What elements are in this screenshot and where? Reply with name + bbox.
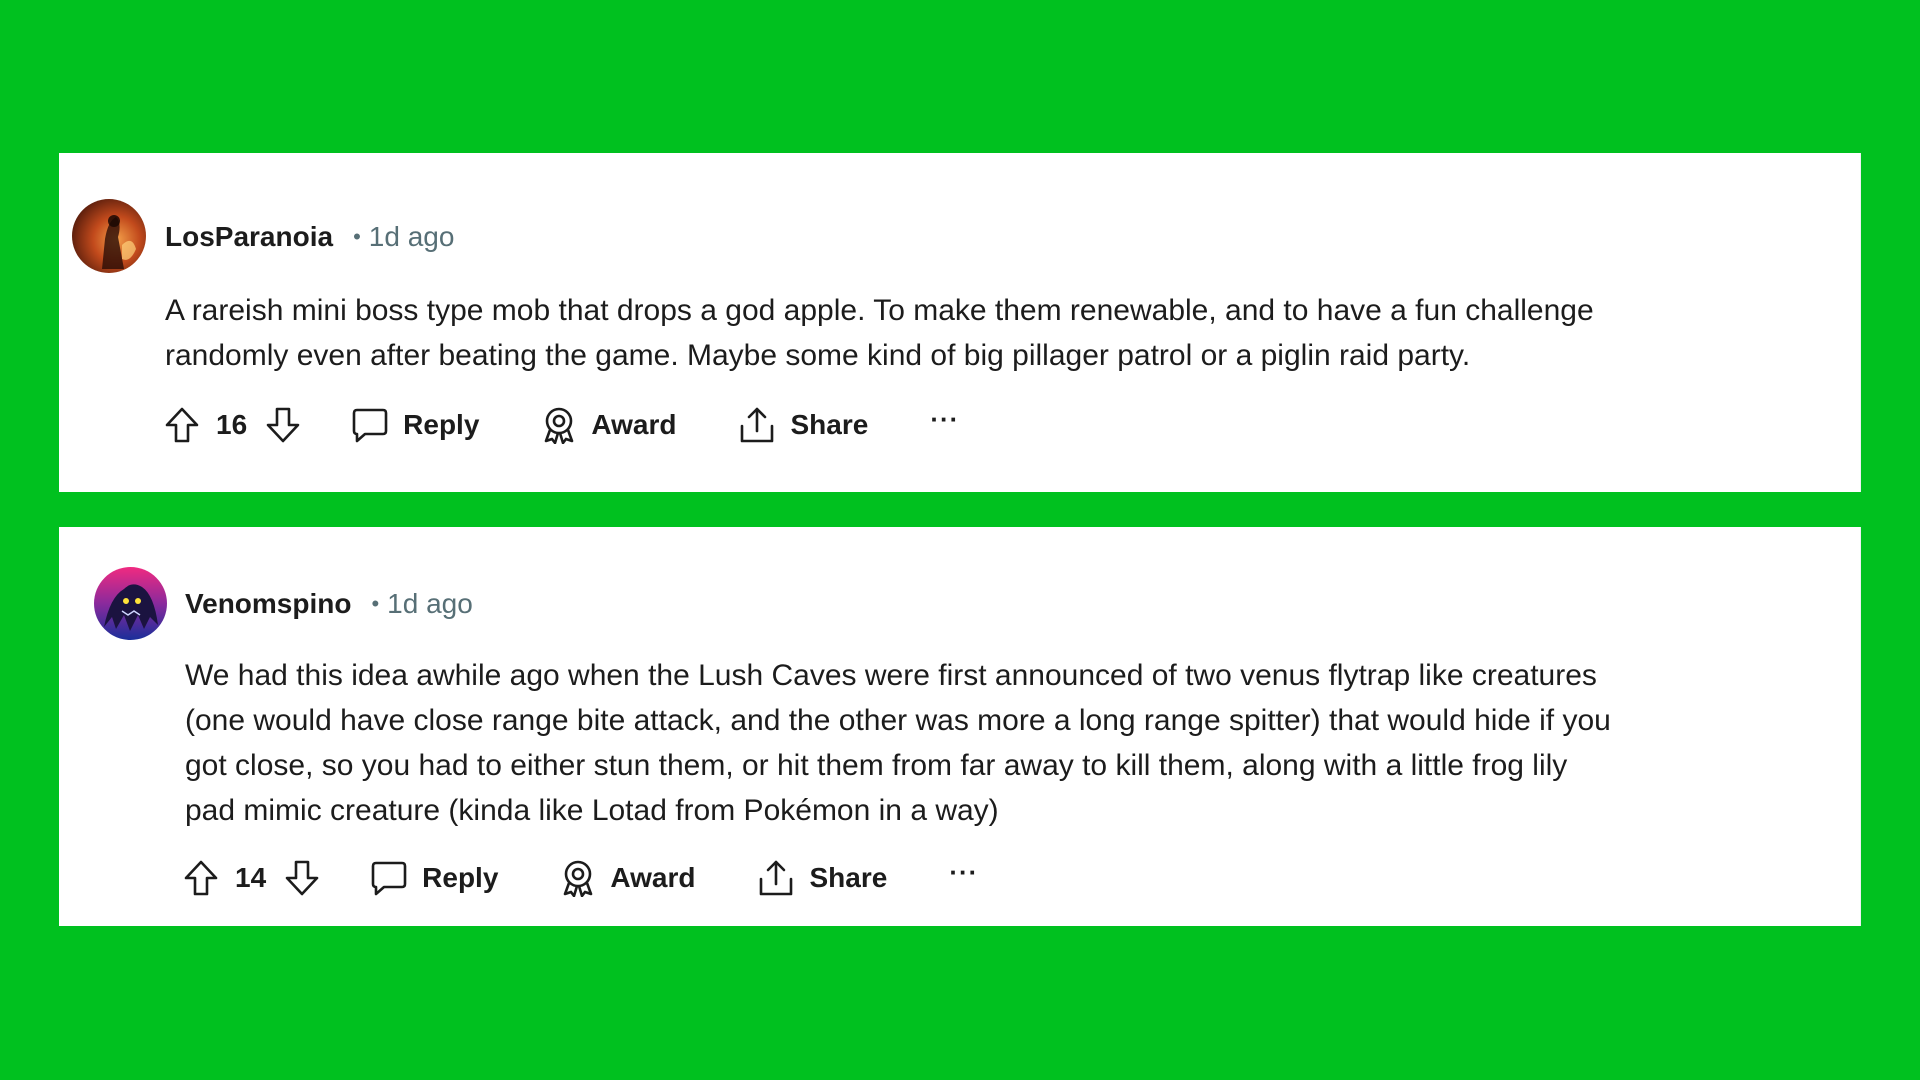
comment-actions: 16 Reply Award Share ··· [164, 400, 959, 450]
username[interactable]: Venomspino [185, 587, 351, 621]
card-divider [1860, 153, 1861, 492]
share-upload-icon [757, 859, 795, 897]
award-button[interactable]: Award [541, 406, 676, 444]
comment-body: We had this idea awhile ago when the Lus… [185, 653, 1611, 833]
comment-actions: 14 Reply Award Share ··· [183, 853, 978, 903]
award-label: Award [610, 862, 696, 893]
comment-body: A rareish mini boss type mob that drops … [165, 288, 1594, 378]
avatar-image [72, 199, 146, 273]
comment-line: (one would have close range bite attack,… [185, 704, 1611, 737]
avatar-image [94, 567, 167, 640]
award-ribbon-icon [541, 406, 577, 444]
comment-line: randomly even after beating the game. Ma… [165, 339, 1471, 372]
comment-card: Venomspino • 1d ago We had this idea awhi… [59, 527, 1861, 926]
card-divider [1860, 527, 1861, 926]
ellipsis-icon[interactable]: ··· [949, 857, 978, 888]
timestamp[interactable]: 1d ago [369, 221, 455, 252]
separator-dot: • [353, 224, 361, 249]
comment-line: got close, so you had to either stun the… [185, 749, 1568, 782]
vote-count: 16 [216, 409, 248, 440]
award-label: Award [591, 409, 677, 440]
award-button[interactable]: Award [560, 859, 695, 897]
share-label: Share [790, 409, 869, 440]
comment-line: A rareish mini boss type mob that drops … [165, 294, 1594, 327]
avatar[interactable] [72, 199, 146, 273]
ellipsis-icon[interactable]: ··· [930, 404, 959, 435]
arrow-up-icon[interactable] [183, 859, 219, 897]
separator-dot: • [371, 591, 380, 616]
arrow-down-icon[interactable] [265, 406, 301, 444]
reply-label: Reply [403, 409, 480, 440]
comment-card: LosParanoia • 1d ago A rareish mini boss … [59, 153, 1861, 492]
reply-button[interactable]: Reply [351, 407, 479, 443]
award-ribbon-icon [560, 859, 596, 897]
comment-line: We had this idea awhile ago when the Lus… [185, 659, 1597, 692]
comment-meta: • 1d ago [353, 220, 454, 256]
avatar[interactable] [94, 567, 167, 640]
comment-header: LosParanoia • 1d ago [165, 220, 454, 256]
comment-bubble-icon [351, 407, 389, 443]
reply-label: Reply [422, 862, 499, 893]
reply-button[interactable]: Reply [370, 860, 498, 896]
comment-meta: • 1d ago [371, 587, 472, 623]
share-button[interactable]: Share [757, 859, 887, 897]
comment-header: Venomspino • 1d ago [185, 587, 473, 623]
comment-line: pad mimic creature (kinda like Lotad fro… [185, 794, 999, 827]
vote-count: 14 [235, 862, 267, 893]
share-label: Share [809, 862, 888, 893]
share-button[interactable]: Share [738, 406, 868, 444]
username[interactable]: LosParanoia [165, 220, 333, 254]
arrow-down-icon[interactable] [284, 859, 320, 897]
comment-bubble-icon [370, 860, 408, 896]
arrow-up-icon[interactable] [164, 406, 200, 444]
share-upload-icon [738, 406, 776, 444]
timestamp[interactable]: 1d ago [387, 588, 473, 619]
